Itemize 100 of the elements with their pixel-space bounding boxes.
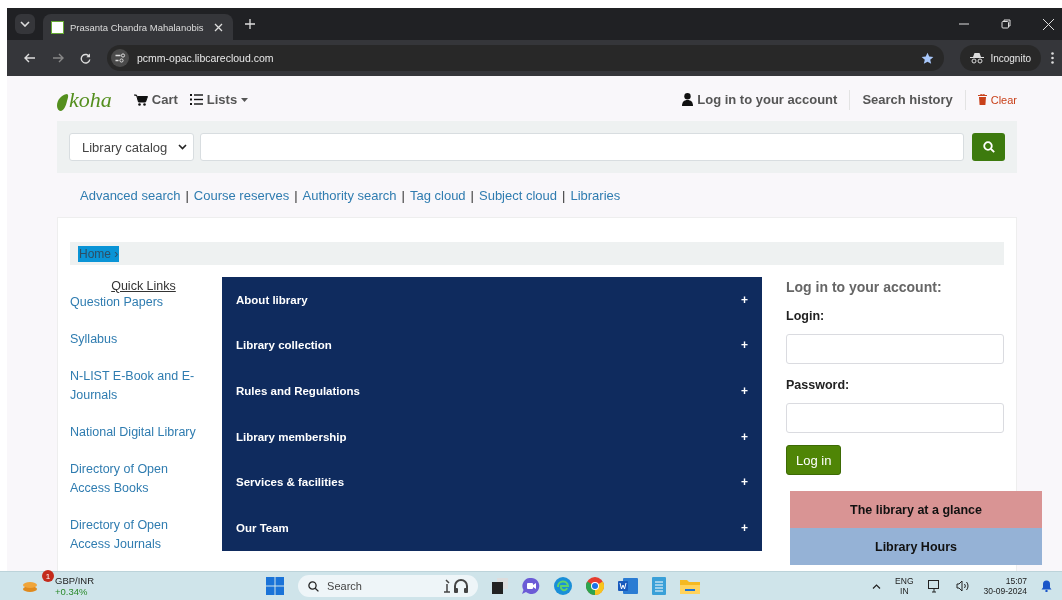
site-favicon-icon (51, 20, 64, 34)
tab-search-button[interactable] (15, 14, 35, 34)
notification-badge: 1 (42, 570, 54, 582)
accordion-item[interactable]: Services & facilities + (236, 459, 762, 505)
region-indicator[interactable]: IN (900, 586, 909, 596)
currency-change: +0.34% (55, 586, 89, 597)
link-separator: | (470, 187, 474, 203)
expand-toggle[interactable]: + (741, 475, 748, 490)
clock-time[interactable]: 15:07 (1005, 576, 1027, 586)
quick-links-heading: Quick Links (111, 279, 176, 293)
search-field[interactable] (200, 133, 964, 161)
chevron-up-icon[interactable] (872, 583, 882, 589)
close-icon[interactable] (1043, 18, 1054, 30)
lists-menu[interactable]: Lists (206, 92, 238, 107)
trash-icon (977, 94, 987, 105)
password-field[interactable] (786, 403, 1004, 433)
accordion-item[interactable]: Rules and Regulations + (236, 368, 762, 414)
login-link[interactable]: Log in to your account (697, 92, 838, 107)
incognito-badge[interactable]: Incognito (960, 45, 1041, 71)
clock-date[interactable]: 30-09-2024 (983, 586, 1027, 596)
login-field[interactable] (786, 334, 1004, 364)
accordion-item[interactable]: Our Team + (236, 504, 762, 551)
quick-link[interactable]: N-LIST E-Book and E-Journals (70, 367, 210, 405)
new-tab-icon[interactable] (245, 19, 255, 29)
close-icon[interactable] (214, 22, 223, 32)
expand-toggle[interactable]: + (741, 520, 748, 535)
link-separator: | (294, 187, 298, 203)
browser-tab[interactable]: Prasanta Chandra Mahalanobis (43, 14, 233, 40)
nav-link[interactable]: Libraries (570, 187, 621, 203)
expand-toggle[interactable]: + (741, 292, 748, 307)
search-button[interactable] (972, 133, 1005, 161)
taskbar-search-box[interactable]: Search (298, 575, 479, 597)
info-banner[interactable]: The library at a glance (790, 491, 1042, 528)
url-text: pcmm-opac.libcarecloud.com (137, 52, 274, 64)
edge-browser-icon[interactable] (554, 577, 573, 595)
leaf-icon (57, 93, 69, 111)
list-icon (189, 94, 203, 105)
accordion-label: Library collection (236, 339, 332, 352)
info-banner[interactable]: Library Hours (790, 528, 1042, 565)
microphone-headphones-icon (442, 578, 469, 594)
nav-link[interactable]: Course reserves (193, 187, 290, 203)
nav-link[interactable]: Tag cloud (409, 187, 466, 203)
language-indicator[interactable]: ENG (895, 576, 914, 586)
quick-link[interactable]: Directory of Open Access Books (70, 460, 210, 498)
network-icon[interactable] (927, 579, 942, 593)
login-label: Login: (786, 309, 825, 323)
site-settings-icon[interactable] (111, 49, 129, 67)
accordion-label: Rules and Regulations (236, 385, 360, 397)
restore-icon[interactable] (1001, 19, 1011, 29)
chevron-down-icon (20, 21, 30, 27)
currency-pair: GBP/INR (55, 575, 95, 586)
link-separator: | (401, 187, 405, 203)
cart-link[interactable]: Cart (151, 92, 178, 107)
quick-link[interactable]: Syllabus (70, 330, 210, 349)
chevron-down-icon (178, 144, 187, 150)
search-history-link[interactable]: Search history (862, 92, 953, 107)
koha-logo[interactable]: koha (69, 88, 112, 111)
video-chat-icon[interactable] (522, 578, 541, 594)
search-scope-dropdown[interactable]: Library catalog (69, 133, 194, 161)
caret-icon[interactable] (241, 97, 249, 102)
accordion-item[interactable]: Library membership + (236, 413, 762, 460)
tab-title: Prasanta Chandra Mahalanobis (70, 21, 205, 33)
star-icon[interactable] (921, 51, 935, 65)
quick-link[interactable]: National Digital Library (70, 423, 210, 442)
folder-icon[interactable] (680, 578, 701, 594)
accordion-item[interactable]: About library + (236, 277, 762, 323)
accordion-item[interactable]: Library collection + (236, 322, 762, 369)
quick-link[interactable]: Directory of Open Access Journals (70, 516, 210, 554)
clear-link[interactable]: Clear (990, 93, 1017, 106)
search-icon (308, 580, 320, 592)
incognito-label: Incognito (990, 52, 1031, 64)
expand-toggle[interactable]: + (741, 429, 748, 444)
cart-icon (133, 93, 148, 106)
login-heading: Log in to your account: (786, 279, 942, 295)
link-separator: | (185, 187, 189, 203)
nav-link[interactable]: Authority search (302, 187, 397, 203)
login-button[interactable]: Log in (786, 445, 842, 475)
accordion-label: About library (236, 293, 308, 306)
link-separator: | (562, 187, 566, 203)
password-label: Password: (786, 378, 850, 392)
nav-link[interactable]: Subject cloud (479, 187, 558, 203)
quick-link[interactable]: Question Papers (70, 293, 210, 312)
expand-toggle[interactable]: + (741, 338, 748, 353)
windows-start-icon[interactable] (266, 577, 285, 595)
reload-icon[interactable] (80, 52, 91, 64)
task-view-icon[interactable] (492, 578, 509, 594)
nav-link[interactable]: Advanced search (80, 187, 181, 203)
word-icon[interactable] (618, 578, 639, 594)
accordion-label: Our Team (236, 521, 289, 534)
address-bar[interactable]: pcmm-opac.libcarecloud.com (107, 45, 945, 71)
back-icon[interactable] (24, 53, 36, 63)
accordion-label: Services & facilities (236, 476, 345, 489)
search-icon (982, 141, 995, 153)
bell-icon[interactable] (1041, 580, 1052, 592)
chrome-browser-icon[interactable] (586, 577, 605, 595)
more-icon[interactable] (1051, 52, 1054, 64)
forward-icon[interactable] (52, 53, 64, 63)
expand-toggle[interactable]: + (741, 384, 748, 398)
accordion-label: Library membership (236, 430, 347, 443)
volume-icon[interactable] (955, 580, 970, 592)
